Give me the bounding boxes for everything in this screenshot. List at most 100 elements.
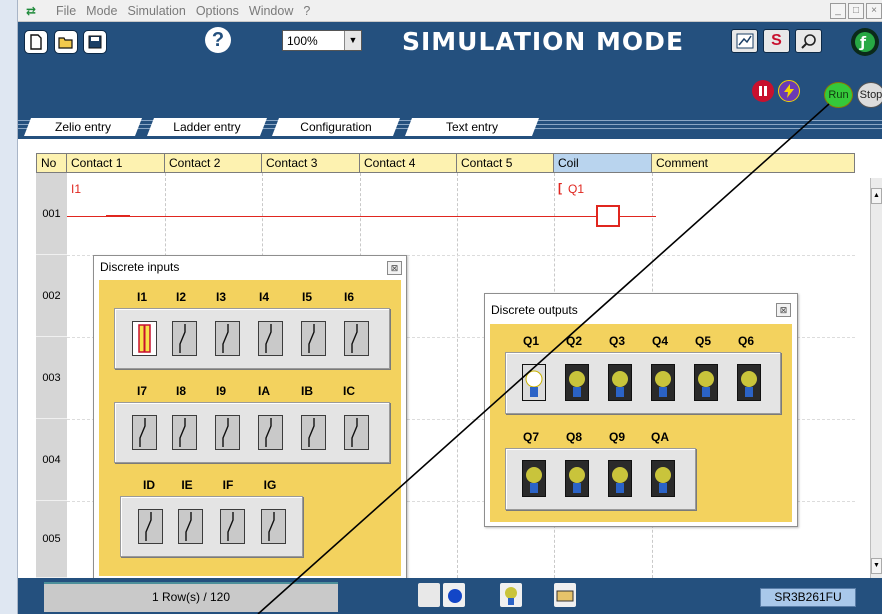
open-file-button[interactable] bbox=[54, 30, 78, 54]
switch-off-icon[interactable] bbox=[258, 415, 283, 450]
power-cut-button[interactable] bbox=[778, 80, 800, 102]
switch-off-icon[interactable] bbox=[138, 509, 163, 544]
search-button[interactable] bbox=[795, 29, 822, 53]
scroll-up-icon[interactable]: ▲ bbox=[871, 188, 882, 204]
s-mode-button[interactable]: S bbox=[763, 29, 790, 53]
switch-off-icon[interactable] bbox=[220, 509, 245, 544]
row-number[interactable]: 005 bbox=[36, 501, 67, 578]
discrete-outputs-panel[interactable]: Discrete outputs ⊠ Q1 Q2 Q3 Q4 Q5 Q6 Q7 … bbox=[484, 293, 798, 527]
switch-off-icon[interactable] bbox=[215, 321, 240, 356]
input-label: IF bbox=[222, 478, 234, 492]
menu-file[interactable]: File bbox=[56, 4, 76, 18]
switch-off-icon[interactable] bbox=[344, 415, 369, 450]
zoom-select[interactable]: 100% ▼ bbox=[282, 30, 362, 51]
contact-mode-icon[interactable] bbox=[418, 583, 440, 607]
switch-off-icon[interactable] bbox=[258, 321, 283, 356]
output-label: QA bbox=[651, 430, 669, 444]
input-label: I5 bbox=[301, 290, 312, 304]
new-file-button[interactable] bbox=[24, 30, 48, 54]
rung-line bbox=[67, 216, 627, 217]
header-contact-1: Contact 1 bbox=[67, 153, 165, 173]
tab-configuration[interactable]: Configuration bbox=[272, 118, 400, 136]
window-controls: _ □ × bbox=[830, 3, 882, 19]
close-icon[interactable]: ⊠ bbox=[387, 261, 402, 275]
output-tray bbox=[505, 352, 781, 414]
pause-button[interactable] bbox=[752, 80, 774, 102]
panel-title: Discrete outputs bbox=[491, 303, 578, 317]
brand-logo-icon: ƒ bbox=[851, 28, 879, 56]
row-number[interactable]: 001 bbox=[36, 173, 67, 255]
close-icon[interactable]: ⊠ bbox=[776, 303, 791, 317]
input-tray bbox=[114, 308, 390, 369]
switch-off-icon[interactable] bbox=[172, 415, 197, 450]
menu-window[interactable]: Window bbox=[249, 4, 293, 18]
panel-title: Discrete inputs bbox=[100, 260, 180, 274]
menu-bar: ⇄ File Mode Simulation Options Window ? … bbox=[18, 0, 882, 22]
row-number[interactable]: 004 bbox=[36, 419, 67, 501]
scroll-down-icon[interactable]: ▼ bbox=[871, 558, 882, 574]
inputs-body: I1 I2 I3 I4 I5 I6 I7 I8 I9 IA IB IC ID I… bbox=[99, 280, 401, 576]
mode-title: SIMULATION MODE bbox=[402, 27, 685, 56]
coil-symbol[interactable] bbox=[596, 205, 620, 227]
menu-help[interactable]: ? bbox=[303, 4, 310, 18]
tab-ladder-entry[interactable]: Ladder entry bbox=[147, 118, 267, 136]
chart-mode-button[interactable] bbox=[731, 29, 758, 53]
svg-text:ƒ: ƒ bbox=[859, 35, 867, 51]
pause-icon bbox=[759, 86, 767, 96]
input-label: IA bbox=[258, 384, 270, 398]
switch-off-icon[interactable] bbox=[344, 321, 369, 356]
lamp-mode-icon[interactable] bbox=[500, 583, 522, 607]
vertical-scrollbar[interactable]: ▲ ▼ bbox=[870, 178, 882, 578]
row-count: 1 Row(s) / 120 bbox=[44, 582, 338, 612]
input-label: I1 bbox=[136, 290, 147, 304]
row-number[interactable]: 002 bbox=[36, 255, 67, 337]
header-contact-4: Contact 4 bbox=[360, 153, 457, 173]
switch-off-icon[interactable] bbox=[215, 415, 240, 450]
module-reference: SR3B261FU bbox=[760, 588, 856, 607]
coil-label: Q1 bbox=[568, 182, 585, 196]
switch-off-icon[interactable] bbox=[261, 509, 286, 544]
input-label: I3 bbox=[215, 290, 226, 304]
menu-options[interactable]: Options bbox=[196, 4, 239, 18]
restore-button[interactable]: □ bbox=[848, 3, 864, 19]
lightning-icon bbox=[784, 84, 794, 98]
coil-mode-icon[interactable] bbox=[443, 583, 465, 607]
input-label: I6 bbox=[343, 290, 354, 304]
save-button[interactable] bbox=[83, 30, 107, 54]
output-label: Q8 bbox=[565, 430, 582, 444]
header-comment: Comment bbox=[652, 153, 855, 173]
discrete-inputs-panel[interactable]: Discrete inputs ⊠ I1 I2 I3 I4 I5 I6 I7 I… bbox=[93, 255, 407, 581]
switch-off-icon[interactable] bbox=[172, 321, 197, 356]
new-file-icon bbox=[30, 34, 42, 50]
row-number[interactable]: 003 bbox=[36, 337, 67, 419]
input-label: I9 bbox=[215, 384, 226, 398]
module-view-icon[interactable] bbox=[554, 583, 576, 607]
contact-symbol[interactable] bbox=[106, 215, 130, 217]
stop-button[interactable]: Stop bbox=[857, 82, 882, 108]
close-button[interactable]: × bbox=[866, 3, 882, 19]
switch-on-icon[interactable] bbox=[132, 321, 157, 356]
tab-zelio-entry[interactable]: Zelio entry bbox=[24, 118, 142, 136]
output-label: Q6 bbox=[737, 334, 754, 348]
minimize-button[interactable]: _ bbox=[830, 3, 846, 19]
switch-off-icon[interactable] bbox=[178, 509, 203, 544]
output-label: Q2 bbox=[565, 334, 582, 348]
run-button[interactable]: Run bbox=[824, 82, 853, 108]
switch-off-icon[interactable] bbox=[301, 415, 326, 450]
menu-simulation[interactable]: Simulation bbox=[127, 4, 185, 18]
menu-mode[interactable]: Mode bbox=[86, 4, 117, 18]
input-label: IE bbox=[181, 478, 193, 492]
lamp-off-icon bbox=[522, 460, 546, 497]
switch-off-icon[interactable] bbox=[132, 415, 157, 450]
tab-text-entry[interactable]: Text entry bbox=[405, 118, 539, 136]
chevron-down-icon[interactable]: ▼ bbox=[344, 31, 361, 50]
search-icon bbox=[800, 34, 816, 49]
header-contact-3: Contact 3 bbox=[262, 153, 360, 173]
input-tray bbox=[114, 402, 390, 463]
zoom-value: 100% bbox=[287, 33, 318, 48]
output-tray bbox=[505, 448, 696, 510]
switch-off-icon[interactable] bbox=[301, 321, 326, 356]
header-no: No bbox=[36, 153, 67, 173]
input-label: I2 bbox=[175, 290, 186, 304]
help-button[interactable]: ? bbox=[205, 27, 231, 53]
